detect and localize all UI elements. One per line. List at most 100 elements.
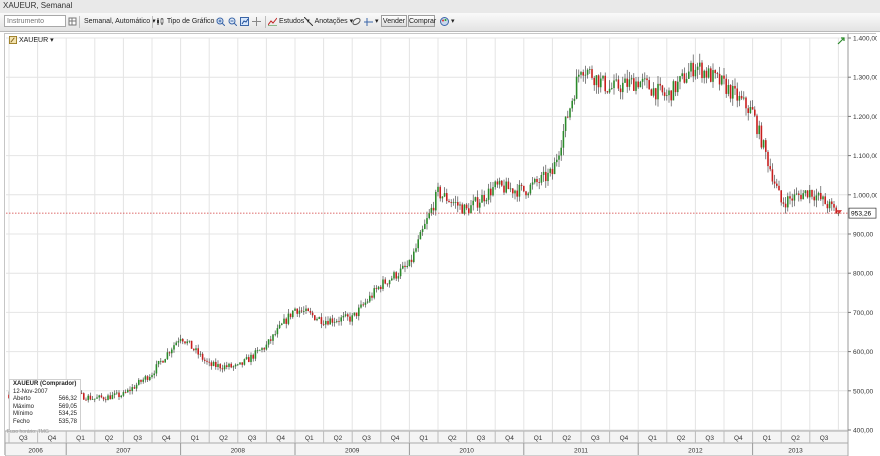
candle-down — [782, 202, 785, 204]
chevron-down-icon: ▾ — [374, 18, 379, 25]
candle-up — [509, 188, 512, 190]
x-quarter-label: Q3 — [820, 435, 829, 442]
candle-up — [688, 71, 690, 79]
candle-up — [795, 193, 798, 195]
candle-up — [815, 195, 818, 201]
autoscale-icon — [240, 16, 249, 26]
candle-up — [712, 70, 714, 82]
candle-down — [109, 395, 111, 400]
annotations-dropdown[interactable]: Anotações ▾ — [304, 15, 353, 28]
candle-down — [551, 168, 554, 175]
candle-up — [364, 302, 367, 305]
info-row: Aberto 566,32 — [13, 396, 77, 404]
candle-up — [428, 212, 430, 219]
chart-panel[interactable]: 1.400,00 1.300,00 1.200,00 1.100,00 1.000,00… — [4, 33, 877, 456]
x-quarter-label: Q4 — [505, 435, 514, 442]
candle-down — [670, 90, 672, 101]
instrument-search-button[interactable] — [68, 15, 77, 28]
y-tick-label: 500,00 — [853, 388, 874, 395]
candle-up — [615, 79, 617, 81]
candle-down — [597, 75, 600, 88]
candle-up — [157, 360, 160, 365]
candle-down — [146, 376, 149, 380]
candle-down — [129, 389, 131, 392]
chart-type-dropdown[interactable]: Tipo de Gráfico ▾ — [156, 15, 220, 28]
candle-down — [736, 88, 738, 101]
cursor-button[interactable] — [252, 15, 261, 28]
candle-down — [833, 204, 835, 208]
instrument-input[interactable] — [5, 16, 61, 26]
candle-up — [793, 194, 796, 201]
candle-down — [692, 62, 694, 77]
candle-up — [325, 321, 327, 325]
candle-up — [138, 379, 140, 385]
candle-down — [296, 308, 298, 314]
candle-down — [230, 363, 232, 368]
candle-up — [344, 314, 347, 316]
instrument-field[interactable] — [4, 15, 66, 27]
candle-up — [743, 97, 745, 99]
candle-up — [393, 272, 395, 279]
x-year-label: 2009 — [345, 448, 360, 455]
candle-up — [569, 108, 571, 118]
period-dropdown[interactable]: Semanal, Automático ▾ — [84, 15, 156, 28]
candle-up — [278, 324, 281, 329]
candle-down — [184, 341, 186, 344]
x-quarter-label: Q4 — [620, 435, 629, 442]
candle-up — [694, 69, 697, 77]
symbol-selector[interactable]: XAUEUR ▾ — [9, 36, 54, 45]
candle-up — [498, 180, 501, 185]
candle-up — [98, 395, 100, 398]
y-tick-label: 1.000,00 — [853, 192, 877, 199]
candle-down — [226, 365, 228, 367]
candle-up — [292, 310, 294, 318]
candle-up — [622, 82, 624, 93]
candle-up — [624, 78, 626, 83]
zoom-out-button[interactable] — [228, 15, 237, 28]
candle-down — [806, 190, 809, 198]
candle-down — [507, 181, 510, 190]
info-date: 12-Nov-2007 — [13, 388, 48, 395]
zoom-in-button[interactable] — [216, 15, 225, 28]
y-tick-label: 1.100,00 — [853, 153, 877, 160]
info-value: 535,78 — [58, 418, 77, 425]
eraser-button[interactable] — [352, 15, 361, 28]
candle-up — [573, 98, 576, 101]
candle-up — [452, 202, 455, 204]
chart-type-label: Tipo de Gráfico — [166, 18, 215, 25]
candle-down — [124, 392, 127, 393]
candle-up — [382, 279, 384, 289]
candle-down — [512, 188, 514, 194]
more-tools-dropdown[interactable]: ▾ — [440, 15, 454, 28]
candle-up — [305, 308, 307, 312]
window-title: XAUEUR, Semanal — [3, 1, 73, 10]
candle-up — [186, 341, 188, 344]
candle-down — [826, 204, 829, 209]
candle-down — [800, 194, 802, 200]
candle-down — [718, 73, 721, 85]
candle-down — [446, 193, 448, 201]
candle-down — [626, 78, 628, 87]
candle-down — [811, 189, 813, 197]
buy-button[interactable]: Comprar — [408, 15, 436, 27]
candle-down — [206, 360, 208, 362]
candle-up — [373, 288, 375, 298]
candle-up — [560, 147, 562, 156]
candle-up — [336, 321, 338, 322]
candle-up — [527, 193, 529, 196]
candle-down — [140, 379, 142, 382]
candle-up — [639, 81, 642, 88]
edit-icon — [9, 36, 17, 45]
price-chart[interactable]: 1.400,00 1.300,00 1.200,00 1.100,00 1.000,00… — [5, 34, 877, 456]
chart-grid — [6, 37, 848, 431]
horizontal-line-dropdown[interactable]: ▾ — [364, 15, 378, 28]
candle-up — [91, 399, 94, 400]
horizontal-line-icon — [364, 17, 373, 26]
sell-button[interactable]: Vender — [381, 15, 407, 27]
candle-up — [822, 196, 824, 200]
candle-up — [164, 359, 166, 363]
candle-down — [617, 79, 620, 89]
autoscale-button[interactable] — [240, 15, 249, 28]
candle-up — [149, 377, 151, 380]
candle-up — [122, 392, 125, 396]
